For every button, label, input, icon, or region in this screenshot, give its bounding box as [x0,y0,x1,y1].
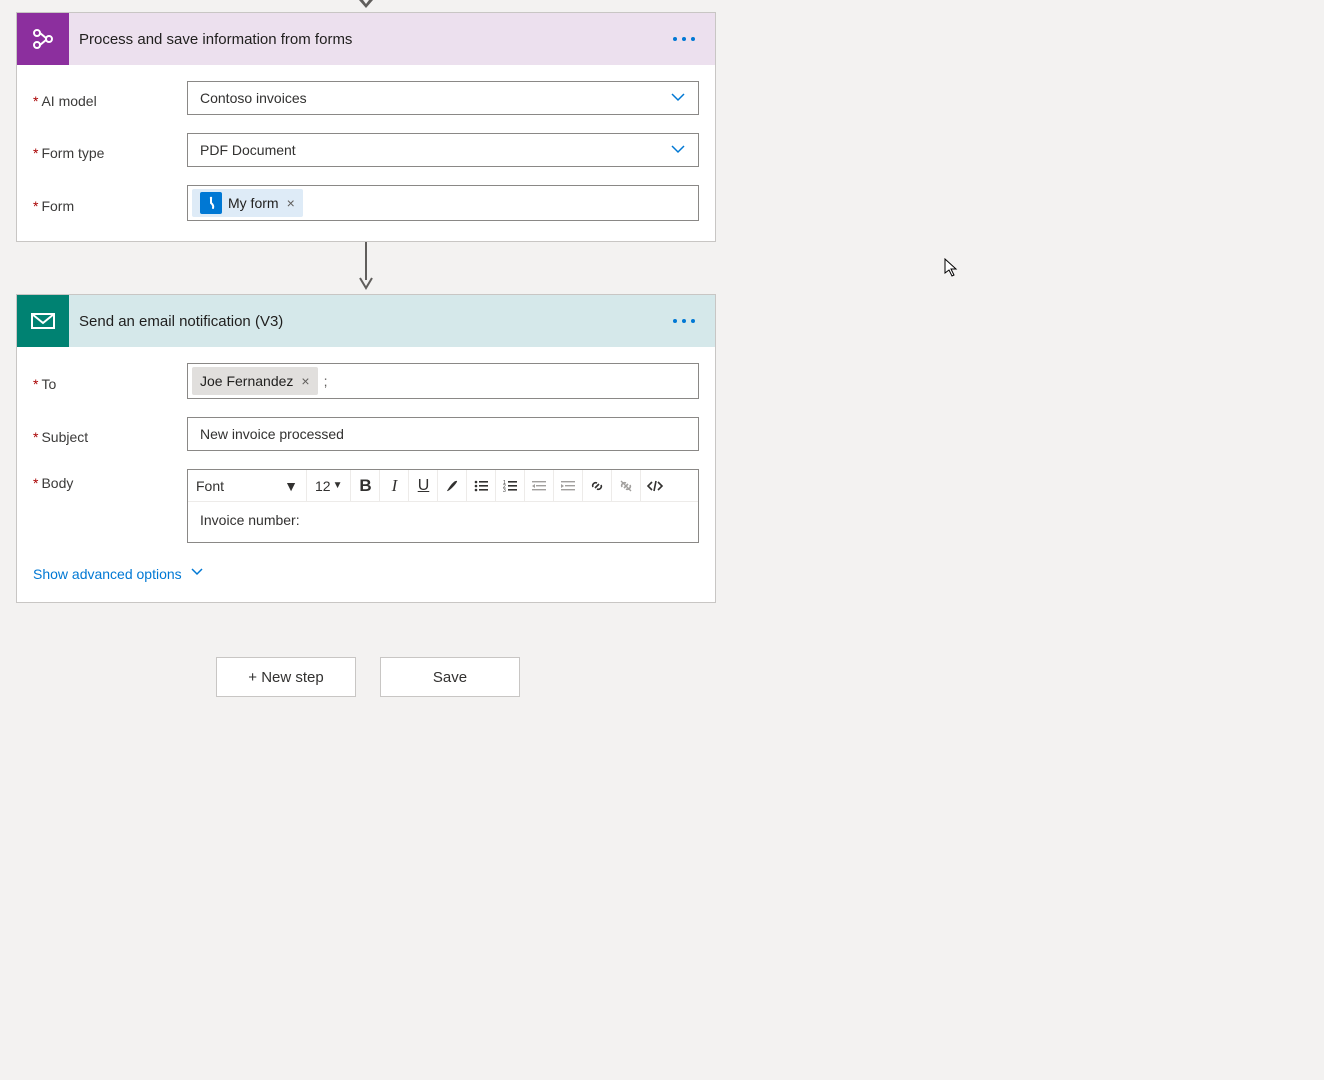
subject-input[interactable]: New invoice processed [187,417,699,451]
caret-down-icon: ▼ [333,480,343,491]
step-process-forms: Process and save information from forms … [16,12,716,242]
recipient-label: Joe Fernandez [200,373,293,389]
font-size-label: 12 [315,478,331,494]
ai-model-dropdown[interactable]: Contoso invoices [187,81,699,115]
font-size-dropdown[interactable]: 12 ▼ [307,470,350,501]
label-form-type: Form type [41,145,104,161]
flow-connector [16,242,716,290]
bullet-list-button[interactable] [467,470,495,501]
chevron-down-icon [670,141,686,160]
remove-token-button[interactable]: × [287,195,295,211]
card-menu-button[interactable] [665,295,703,347]
form-token-label: My form [228,195,279,211]
form-input[interactable]: My form × [187,185,699,221]
subject-value: New invoice processed [200,426,344,442]
save-button[interactable]: Save [380,657,520,697]
font-color-button[interactable] [438,470,466,501]
chevron-down-icon [670,89,686,108]
label-ai-model: AI model [41,93,96,109]
chevron-down-icon [190,565,204,582]
new-step-button[interactable]: + New step [216,657,356,697]
font-dropdown[interactable]: Font ▼ [188,470,306,501]
mail-icon [17,295,69,347]
to-input[interactable]: Joe Fernandez × ; [187,363,699,399]
label-body: Body [41,475,73,491]
card-header-email[interactable]: Send an email notification (V3) [17,295,715,347]
ai-builder-icon [17,13,69,65]
body-content[interactable]: Invoice number: [188,502,698,542]
number-list-button[interactable]: 123 [496,470,524,501]
italic-button[interactable]: I [380,470,408,501]
remove-recipient-button[interactable]: × [301,373,309,389]
underline-button[interactable]: U [409,470,437,501]
form-token[interactable]: My form × [192,189,303,217]
unlink-button[interactable] [612,470,640,501]
caret-down-icon: ▼ [284,478,298,494]
show-advanced-options[interactable]: Show advanced options [33,565,204,582]
step-send-email: Send an email notification (V3) *To Joe … [16,294,716,603]
code-view-button[interactable] [641,470,669,501]
ai-model-value: Contoso invoices [200,90,307,106]
card-title: Send an email notification (V3) [79,313,283,330]
font-label: Font [196,478,224,494]
form-type-dropdown[interactable]: PDF Document [187,133,699,167]
label-form: Form [41,198,74,214]
label-subject: Subject [41,429,88,445]
body-editor: Font ▼ 12 ▼ B I [187,469,699,543]
outdent-button[interactable] [525,470,553,501]
label-to: To [41,376,56,392]
form-type-value: PDF Document [200,142,296,158]
manual-trigger-icon [200,192,222,214]
card-header-process[interactable]: Process and save information from forms [17,13,715,65]
recipient-token[interactable]: Joe Fernandez × [192,367,318,395]
link-button[interactable] [583,470,611,501]
svg-text:3: 3 [503,488,506,494]
card-title: Process and save information from forms [79,31,352,48]
card-menu-button[interactable] [665,13,703,65]
rte-toolbar: Font ▼ 12 ▼ B I [188,470,698,502]
recipient-suffix: ; [324,373,328,389]
bold-button[interactable]: B [351,470,379,501]
indent-button[interactable] [554,470,582,501]
